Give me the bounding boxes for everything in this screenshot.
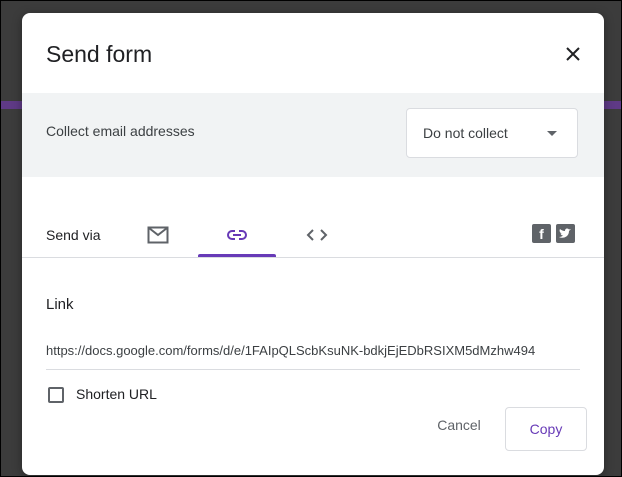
facebook-share-button[interactable]: f — [532, 224, 551, 243]
collect-email-select[interactable]: Do not collect — [406, 108, 578, 158]
twitter-share-button[interactable] — [556, 224, 575, 243]
link-label: Link — [46, 296, 74, 313]
send-form-dialog: Send form Collect email addresses Do not… — [22, 13, 604, 475]
cancel-button[interactable]: Cancel — [422, 407, 496, 443]
send-via-label: Send via — [46, 227, 101, 243]
embed-code-icon — [306, 229, 328, 241]
tab-email[interactable] — [138, 211, 178, 259]
form-url-field[interactable]: https://docs.google.com/forms/d/e/1FAIpQ… — [46, 343, 580, 370]
dialog-title: Send form — [46, 41, 153, 67]
close-icon — [566, 47, 580, 61]
dropdown-arrow-icon — [547, 131, 557, 136]
email-icon — [147, 226, 169, 244]
section-divider — [22, 257, 604, 258]
link-icon — [227, 230, 247, 240]
twitter-icon — [559, 228, 571, 238]
shorten-url-label: Shorten URL — [76, 386, 157, 402]
tab-embed[interactable] — [297, 211, 337, 259]
shorten-url-checkbox[interactable] — [48, 387, 64, 403]
copy-button[interactable]: Copy — [505, 407, 587, 451]
collect-email-section: Collect email addresses Do not collect — [22, 93, 604, 177]
collect-email-label: Collect email addresses — [46, 123, 195, 139]
background-header-bar-right — [601, 101, 621, 109]
facebook-icon: f — [539, 225, 544, 242]
tab-link[interactable] — [198, 211, 276, 259]
collect-email-value: Do not collect — [423, 125, 508, 141]
close-button[interactable] — [560, 41, 586, 67]
